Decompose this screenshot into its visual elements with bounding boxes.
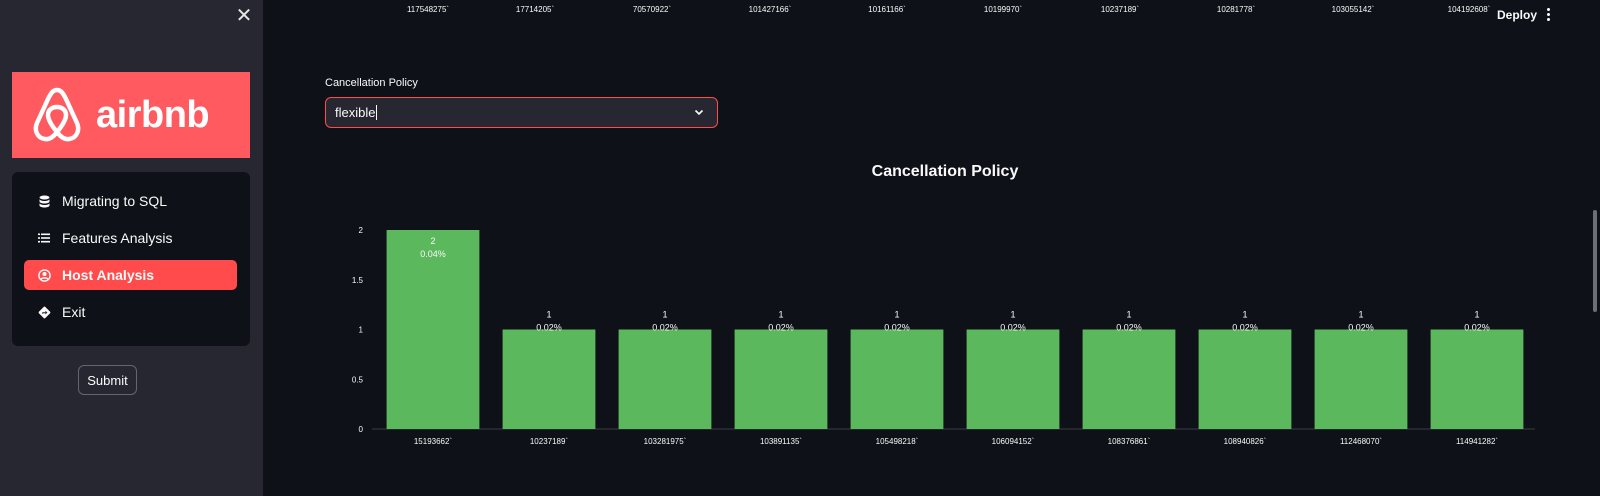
x-tick-label: 103281975`	[644, 437, 687, 446]
bar-percent-label: 0.02%	[536, 323, 562, 333]
bar	[850, 329, 944, 429]
x-tick-label: 10237189`	[530, 437, 569, 446]
bar	[386, 230, 480, 429]
bar	[1082, 329, 1176, 429]
bar	[1198, 329, 1292, 429]
bar-percent-label: 0.02%	[1348, 323, 1374, 333]
bar-value-label: 1	[1474, 310, 1479, 320]
y-tick-label: 0	[359, 425, 364, 434]
x-tick-label: 103891135`	[760, 437, 802, 446]
scrollbar[interactable]	[1593, 210, 1597, 312]
bar-value-label: 2	[430, 236, 435, 246]
bar	[1430, 329, 1524, 429]
bar-percent-label: 0.02%	[652, 323, 678, 333]
bar-percent-label: 0.02%	[1232, 323, 1258, 333]
bar-value-label: 1	[778, 310, 783, 320]
y-tick-label: 1.5	[352, 276, 364, 285]
bar-value-label: 1	[662, 310, 667, 320]
bar-value-label: 1	[546, 310, 551, 320]
bar-percent-label: 0.02%	[1116, 323, 1142, 333]
bar	[734, 329, 828, 429]
bar-chart: 0 0.5 1 1.5 2 2 0.04% 15193662` 1 0.02% 10237189` 1…	[352, 226, 1535, 446]
bar-percent-label: 0.02%	[1000, 323, 1026, 333]
bar	[502, 329, 596, 429]
y-tick-label: 0.5	[352, 375, 364, 384]
bar-percent-label: 0.02%	[884, 323, 910, 333]
x-tick-label: 112468070`	[1340, 437, 1382, 446]
x-tick-label: 114941282`	[1456, 437, 1498, 446]
bar-value-label: 1	[1242, 310, 1247, 320]
bar-value-label: 1	[1358, 310, 1363, 320]
x-tick-label: 108940826`	[1224, 437, 1267, 446]
bar-value-label: 1	[894, 310, 899, 320]
x-tick-label: 15193662`	[414, 437, 453, 446]
bar-percent-label: 0.04%	[420, 249, 446, 259]
x-tick-label: 106094152`	[992, 437, 1035, 446]
y-tick-label: 2	[359, 226, 364, 235]
x-tick-label: 108376861`	[1108, 437, 1151, 446]
x-tick-label: 105498218`	[876, 437, 919, 446]
y-tick-label: 1	[359, 326, 364, 335]
bar-value-label: 1	[1126, 310, 1131, 320]
bar	[966, 329, 1060, 429]
bar	[618, 329, 712, 429]
bar-percent-label: 0.02%	[768, 323, 794, 333]
bar	[1314, 329, 1408, 429]
bar-percent-label: 0.02%	[1464, 323, 1490, 333]
bar-value-label: 1	[1010, 310, 1015, 320]
